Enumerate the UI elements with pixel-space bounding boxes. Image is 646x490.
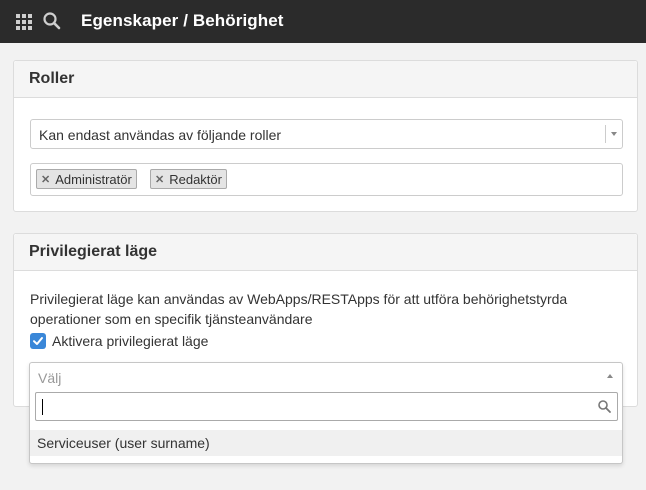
checkmark-icon [33, 337, 43, 345]
privileged-checkbox[interactable] [30, 333, 46, 349]
privileged-checkbox-row[interactable]: Aktivera privilegierat läge [30, 333, 208, 349]
role-mode-select[interactable]: Kan endast användas av följande roller [30, 119, 623, 149]
page-title: Egenskaper / Behörighet [81, 11, 284, 30]
privileged-panel-title: Privilegierat läge [14, 234, 637, 271]
select-divider [605, 125, 606, 143]
role-tag: ✕ Administratör [36, 169, 137, 189]
privileged-description: Privilegierat läge kan användas av WebAp… [30, 291, 568, 327]
chevron-down-icon[interactable] [611, 132, 617, 136]
chevron-up-icon[interactable] [607, 374, 613, 378]
text-cursor [42, 399, 43, 415]
remove-tag-icon[interactable]: ✕ [41, 173, 50, 186]
role-mode-select-value: Kan endast användas av följande roller [39, 127, 282, 143]
search-icon[interactable] [42, 11, 62, 31]
dropdown-search-input[interactable] [35, 392, 618, 421]
roles-panel: Roller Kan endast användas av följande r… [13, 60, 638, 212]
apps-grid-icon[interactable] [16, 14, 32, 30]
role-tag-label: Administratör [55, 171, 132, 187]
privileged-checkbox-label: Aktivera privilegierat läge [52, 333, 209, 349]
top-bar: Egenskaper / Behörighet [0, 0, 646, 43]
service-user-select[interactable]: Välj Serviceuser (user surname) [29, 362, 623, 464]
role-tag-label: Redaktör [169, 171, 222, 187]
dropdown-option[interactable]: Serviceuser (user surname) [30, 430, 622, 456]
role-tag: ✕ Redaktör [150, 169, 227, 189]
roles-multiselect[interactable]: ✕ Administratör ✕ Redaktör [30, 163, 623, 196]
service-user-placeholder: Välj [38, 370, 62, 386]
search-icon [598, 400, 611, 413]
remove-tag-icon[interactable]: ✕ [155, 173, 164, 186]
roles-panel-title: Roller [14, 61, 637, 98]
